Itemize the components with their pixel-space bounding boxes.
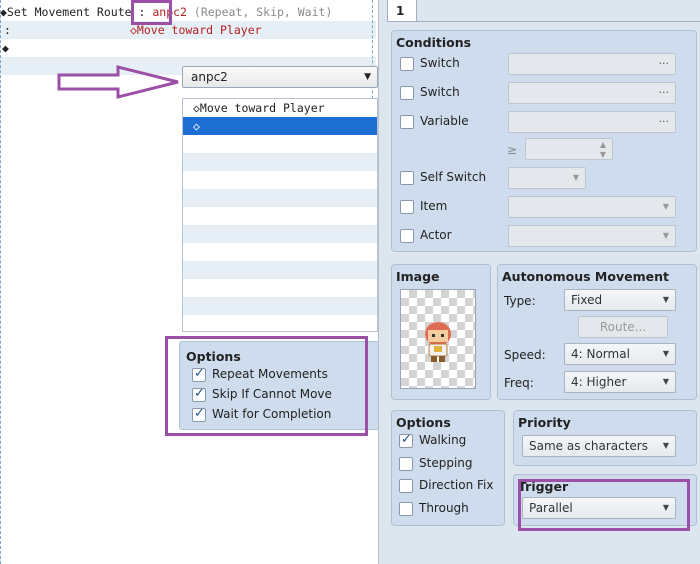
chevron-down-icon: ▼ (662, 202, 669, 211)
route-command-list[interactable]: ◇Move toward Player ◇ (182, 98, 378, 332)
chevron-down-icon: ▼ (662, 295, 669, 304)
list-item-selected[interactable]: ◇ (183, 117, 377, 135)
chevron-down-icon: ▼ (662, 231, 669, 240)
switch1-label[interactable]: Switch (420, 56, 460, 70)
speed-dropdown[interactable]: 4: Normal ▼ (564, 343, 676, 365)
priority-group: Priority Same as characters ▼ (513, 410, 697, 466)
self-switch-dropdown[interactable]: ▼ (508, 167, 586, 189)
type-label: Type: (504, 294, 536, 308)
gte-symbol: ≥ (507, 143, 518, 157)
ellipsis-icon: ··· (658, 115, 670, 128)
speed-value: 4: Normal (571, 347, 630, 361)
chevron-down-icon: ▼ (572, 173, 579, 182)
self-switch-label[interactable]: Self Switch (420, 170, 486, 184)
annotation-highlight-trigger (518, 479, 690, 531)
through-checkbox[interactable] (399, 502, 413, 516)
autonomous-movement-title: Autonomous Movement (502, 269, 669, 284)
route-button[interactable]: Route... (578, 316, 668, 338)
list-item[interactable] (183, 189, 377, 207)
chevron-down-icon: ▼ (662, 377, 669, 386)
freq-label: Freq: (504, 376, 534, 390)
movement-type-dropdown[interactable]: Fixed ▼ (564, 289, 676, 311)
event-options-title: Options (396, 415, 451, 430)
movement-type-value: Fixed (571, 293, 603, 307)
annotation-highlight-options (165, 336, 368, 436)
route-target-value: anpc2 (191, 70, 228, 84)
walking-checkbox[interactable] (399, 432, 413, 448)
image-group: Image (391, 264, 491, 400)
switch2-field[interactable]: ··· (508, 82, 676, 104)
autonomous-movement-group: Autonomous Movement Type: Fixed ▼ Route.… (497, 264, 697, 400)
list-item[interactable] (183, 261, 377, 279)
list-item[interactable] (183, 153, 377, 171)
list-item[interactable] (183, 315, 377, 331)
self-switch-checkbox[interactable] (400, 171, 414, 185)
command-continuation-mark: : (4, 23, 11, 37)
switch1-field[interactable]: ··· (508, 53, 676, 75)
chevron-down-icon: ▼ (364, 72, 371, 82)
stepping-checkbox[interactable] (399, 457, 413, 471)
command-set-movement-route[interactable]: ◆Set Movement Route : anpc2 (Repeat, Ski… (0, 3, 376, 21)
priority-title: Priority (518, 415, 571, 430)
list-item[interactable] (183, 171, 377, 189)
speed-label: Speed: (504, 348, 546, 362)
chevron-down-icon: ▼ (662, 441, 669, 450)
annotation-highlight-target (131, 0, 172, 25)
annotation-arrow-icon (57, 65, 179, 99)
chevron-down-icon: ▼ (662, 349, 669, 358)
conditions-group: Conditions Switch ··· Switch ··· Variabl… (391, 30, 697, 252)
list-item[interactable] (183, 207, 377, 225)
spin-down-icon[interactable]: ▼ (600, 145, 606, 165)
list-left-border (0, 0, 1, 564)
image-title: Image (396, 269, 440, 284)
tab-divider (417, 21, 700, 22)
actor-label[interactable]: Actor (420, 228, 452, 242)
priority-value: Same as characters (529, 439, 648, 453)
list-item[interactable] (183, 225, 377, 243)
variable-checkbox[interactable] (400, 115, 414, 129)
list-item[interactable] (183, 243, 377, 261)
item-checkbox[interactable] (400, 200, 414, 214)
frequency-dropdown[interactable]: 4: Higher ▼ (564, 371, 676, 393)
list-item[interactable] (183, 297, 377, 315)
command-params: (Repeat, Skip, Wait) (193, 5, 333, 19)
route-target-dropdown[interactable]: anpc2 ▼ (182, 66, 378, 88)
variable-label[interactable]: Variable (420, 114, 469, 128)
command-move-toward-player[interactable]: : ◇Move toward Player (0, 21, 376, 39)
list-item[interactable] (183, 279, 377, 297)
switch2-checkbox[interactable] (400, 86, 414, 100)
actor-checkbox[interactable] (400, 229, 414, 243)
ellipsis-icon: ··· (658, 86, 670, 99)
command-empty-row[interactable]: ◆ (0, 39, 376, 57)
tab-page-1[interactable]: 1 (387, 0, 417, 22)
variable-field[interactable]: ··· (508, 111, 676, 133)
through-label[interactable]: Through (419, 501, 469, 515)
switch1-checkbox[interactable] (400, 57, 414, 71)
variable-value-spinner[interactable]: ▲ ▼ (525, 138, 613, 160)
frequency-value: 4: Higher (571, 375, 627, 389)
walking-label[interactable]: Walking (419, 433, 466, 447)
command-insert-marker: ◆ (2, 41, 9, 55)
stepping-label[interactable]: Stepping (419, 456, 473, 470)
direction-fix-checkbox[interactable] (399, 479, 413, 493)
item-dropdown[interactable]: ▼ (508, 196, 676, 218)
list-item[interactable] (183, 135, 377, 153)
character-sprite-icon (425, 322, 451, 362)
event-options-group: Options Walking Stepping Direction Fix T… (391, 410, 505, 526)
switch2-label[interactable]: Switch (420, 85, 460, 99)
conditions-title: Conditions (396, 35, 472, 50)
priority-dropdown[interactable]: Same as characters ▼ (522, 435, 676, 457)
command-prefix: ◆Set Movement Route : (0, 5, 146, 19)
item-label[interactable]: Item (420, 199, 447, 213)
list-item[interactable]: ◇Move toward Player (183, 99, 377, 117)
actor-dropdown[interactable]: ▼ (508, 225, 676, 247)
direction-fix-label[interactable]: Direction Fix (419, 478, 494, 492)
event-image-preview[interactable] (400, 289, 476, 389)
ellipsis-icon: ··· (658, 57, 670, 70)
